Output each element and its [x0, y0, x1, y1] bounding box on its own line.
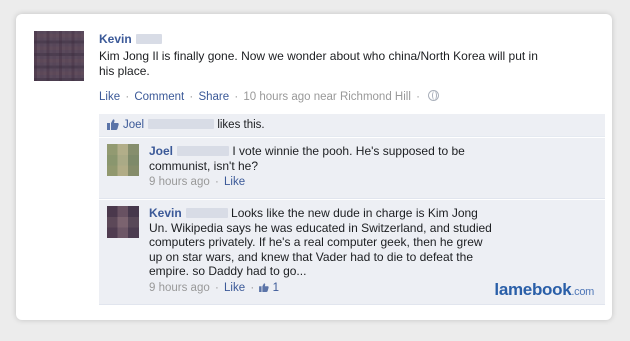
likes-suffix: likes this.: [217, 119, 265, 131]
redacted-surname: [148, 119, 215, 129]
post-actions: Like · Comment · Share · 10 hours ago ne…: [99, 90, 440, 103]
redacted-surname: [135, 34, 162, 44]
commenter-avatar[interactable]: [107, 206, 139, 238]
commenter-name-link[interactable]: Joel: [149, 144, 173, 158]
watermark-tld: .com: [571, 286, 594, 298]
comment-meta: 9 hours ago · Like: [149, 175, 499, 190]
comment-link[interactable]: Comment: [134, 91, 184, 103]
author-name-link[interactable]: Kevin: [99, 32, 132, 46]
thumbs-up-icon[interactable]: [259, 282, 270, 292]
like-link[interactable]: Like: [99, 91, 120, 103]
post-card: Kevin Kim Jong Il is finally gone. Now w…: [16, 14, 612, 320]
comment-timestamp[interactable]: 9 hours ago: [149, 176, 210, 188]
comment-like-link[interactable]: Like: [224, 176, 245, 188]
lamebook-watermark: lamebook.com: [494, 280, 594, 300]
comment-timestamp[interactable]: 9 hours ago: [149, 282, 210, 294]
post-author: Kevin: [99, 32, 162, 46]
globe-icon[interactable]: [428, 90, 440, 101]
redacted-surname: [185, 208, 228, 218]
share-link[interactable]: Share: [198, 91, 229, 103]
comment-body: Joel I vote winnie the pooh. He's suppos…: [149, 144, 499, 190]
separator: ·: [125, 91, 130, 103]
post-text: Kim Jong Il is finally gone. Now we wond…: [99, 49, 538, 78]
post-timestamp[interactable]: 10 hours ago near Richmond Hill: [243, 91, 410, 103]
separator: ·: [214, 176, 219, 188]
comment-body: Kevin Looks like the new dude in charge …: [149, 206, 499, 295]
separator: ·: [214, 281, 219, 294]
redacted-surname: [177, 146, 230, 156]
separator: ·: [189, 91, 194, 103]
likes-bar: Joel likes this.: [99, 114, 605, 137]
thumbs-up-icon: [107, 119, 119, 130]
separator: ·: [250, 281, 255, 294]
comment-like-count[interactable]: 1: [273, 282, 279, 294]
commenter-avatar[interactable]: [107, 144, 139, 176]
likes-text: Joel likes this.: [123, 114, 265, 136]
watermark-brand: lamebook: [494, 280, 572, 299]
separator: ·: [234, 91, 239, 103]
comment-like-link[interactable]: Like: [224, 282, 245, 294]
comment-meta: 9 hours ago · Like · 1: [149, 281, 499, 296]
liker-name-link[interactable]: Joel: [123, 119, 144, 131]
separator: ·: [416, 91, 420, 103]
author-avatar[interactable]: [34, 31, 84, 81]
commenter-name-link[interactable]: Kevin: [149, 206, 182, 220]
comment-item: Joel I vote winnie the pooh. He's suppos…: [99, 138, 605, 199]
